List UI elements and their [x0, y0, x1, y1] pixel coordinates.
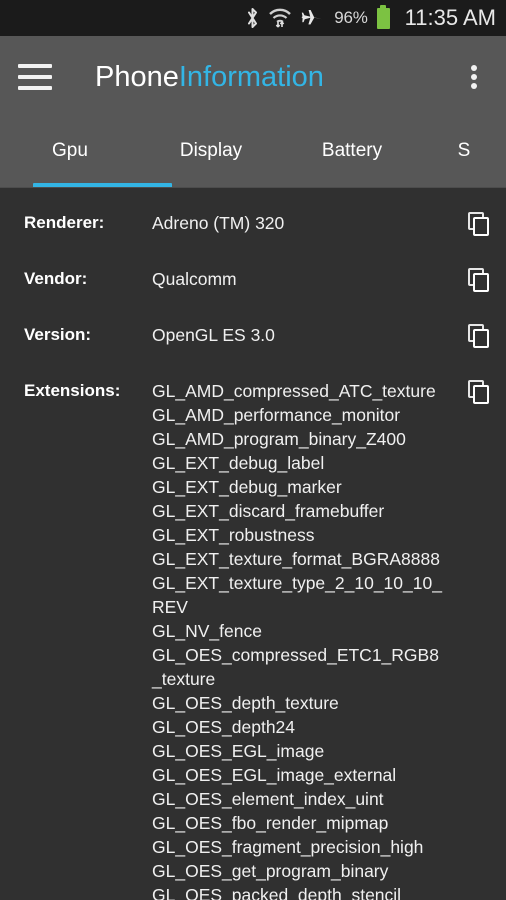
info-row: Vendor: Qualcomm: [0, 258, 506, 292]
wifi-icon: [268, 7, 292, 29]
info-row-value: Adreno (TM) 320: [152, 213, 285, 233]
app-title-secondary: Information: [178, 60, 324, 93]
info-row-label: Vendor:: [24, 269, 88, 288]
copy-glyph: [468, 324, 490, 348]
app-title-primary: Phone: [95, 60, 179, 93]
info-row-value: Qualcomm: [152, 269, 237, 289]
battery-percent-label: 96%: [334, 8, 368, 27]
tab-label: S: [457, 140, 471, 161]
app-bar: PhoneInformation: [0, 36, 506, 118]
copy-icon[interactable]: [452, 202, 506, 236]
tab-list: Gpu Display Battery S: [0, 118, 506, 188]
tab-bar: Gpu Display Battery S: [0, 118, 506, 188]
copy-icon[interactable]: [452, 314, 506, 348]
info-row: Extensions: GL_AMD_compressed_ATC_texture…: [0, 370, 506, 900]
info-row-label: Version:: [24, 325, 92, 344]
battery-icon: [376, 4, 390, 29]
copy-glyph: [468, 268, 490, 292]
copy-icon[interactable]: [452, 370, 506, 404]
gpu-info-panel: Renderer: Adreno (TM) 320 Vendor: Qualcomm V…: [0, 188, 506, 900]
clock-label: 11:35 AM: [404, 5, 496, 30]
tab-battery[interactable]: Battery: [282, 140, 422, 188]
bluetooth-icon: [245, 7, 260, 29]
copy-glyph: [468, 380, 490, 404]
tab-label: Gpu: [52, 140, 88, 161]
copy-icon[interactable]: [452, 258, 506, 292]
tab-label: Battery: [321, 140, 383, 161]
tab-display[interactable]: Display: [140, 140, 282, 188]
page-title: PhoneInformation: [95, 61, 324, 94]
tab-s[interactable]: S: [422, 140, 506, 188]
status-bar: 96% 11:35 AM: [0, 0, 506, 36]
airplane-mode-icon: [300, 7, 324, 29]
info-row-label: Renderer:: [24, 213, 105, 232]
hamburger-menu-icon[interactable]: [18, 64, 52, 90]
info-row-value: OpenGL ES 3.0: [152, 325, 275, 345]
info-row-label: Extensions:: [24, 381, 121, 400]
info-row-value: GL_AMD_compressed_ATC_texture GL_AMD_per…: [152, 381, 442, 900]
copy-glyph: [468, 212, 490, 236]
info-row: Renderer: Adreno (TM) 320: [0, 202, 506, 236]
tab-label: Display: [179, 140, 243, 161]
tab-gpu[interactable]: Gpu: [0, 140, 172, 188]
info-row: Version: OpenGL ES 3.0: [0, 314, 506, 348]
overflow-menu-icon[interactable]: [460, 63, 488, 91]
